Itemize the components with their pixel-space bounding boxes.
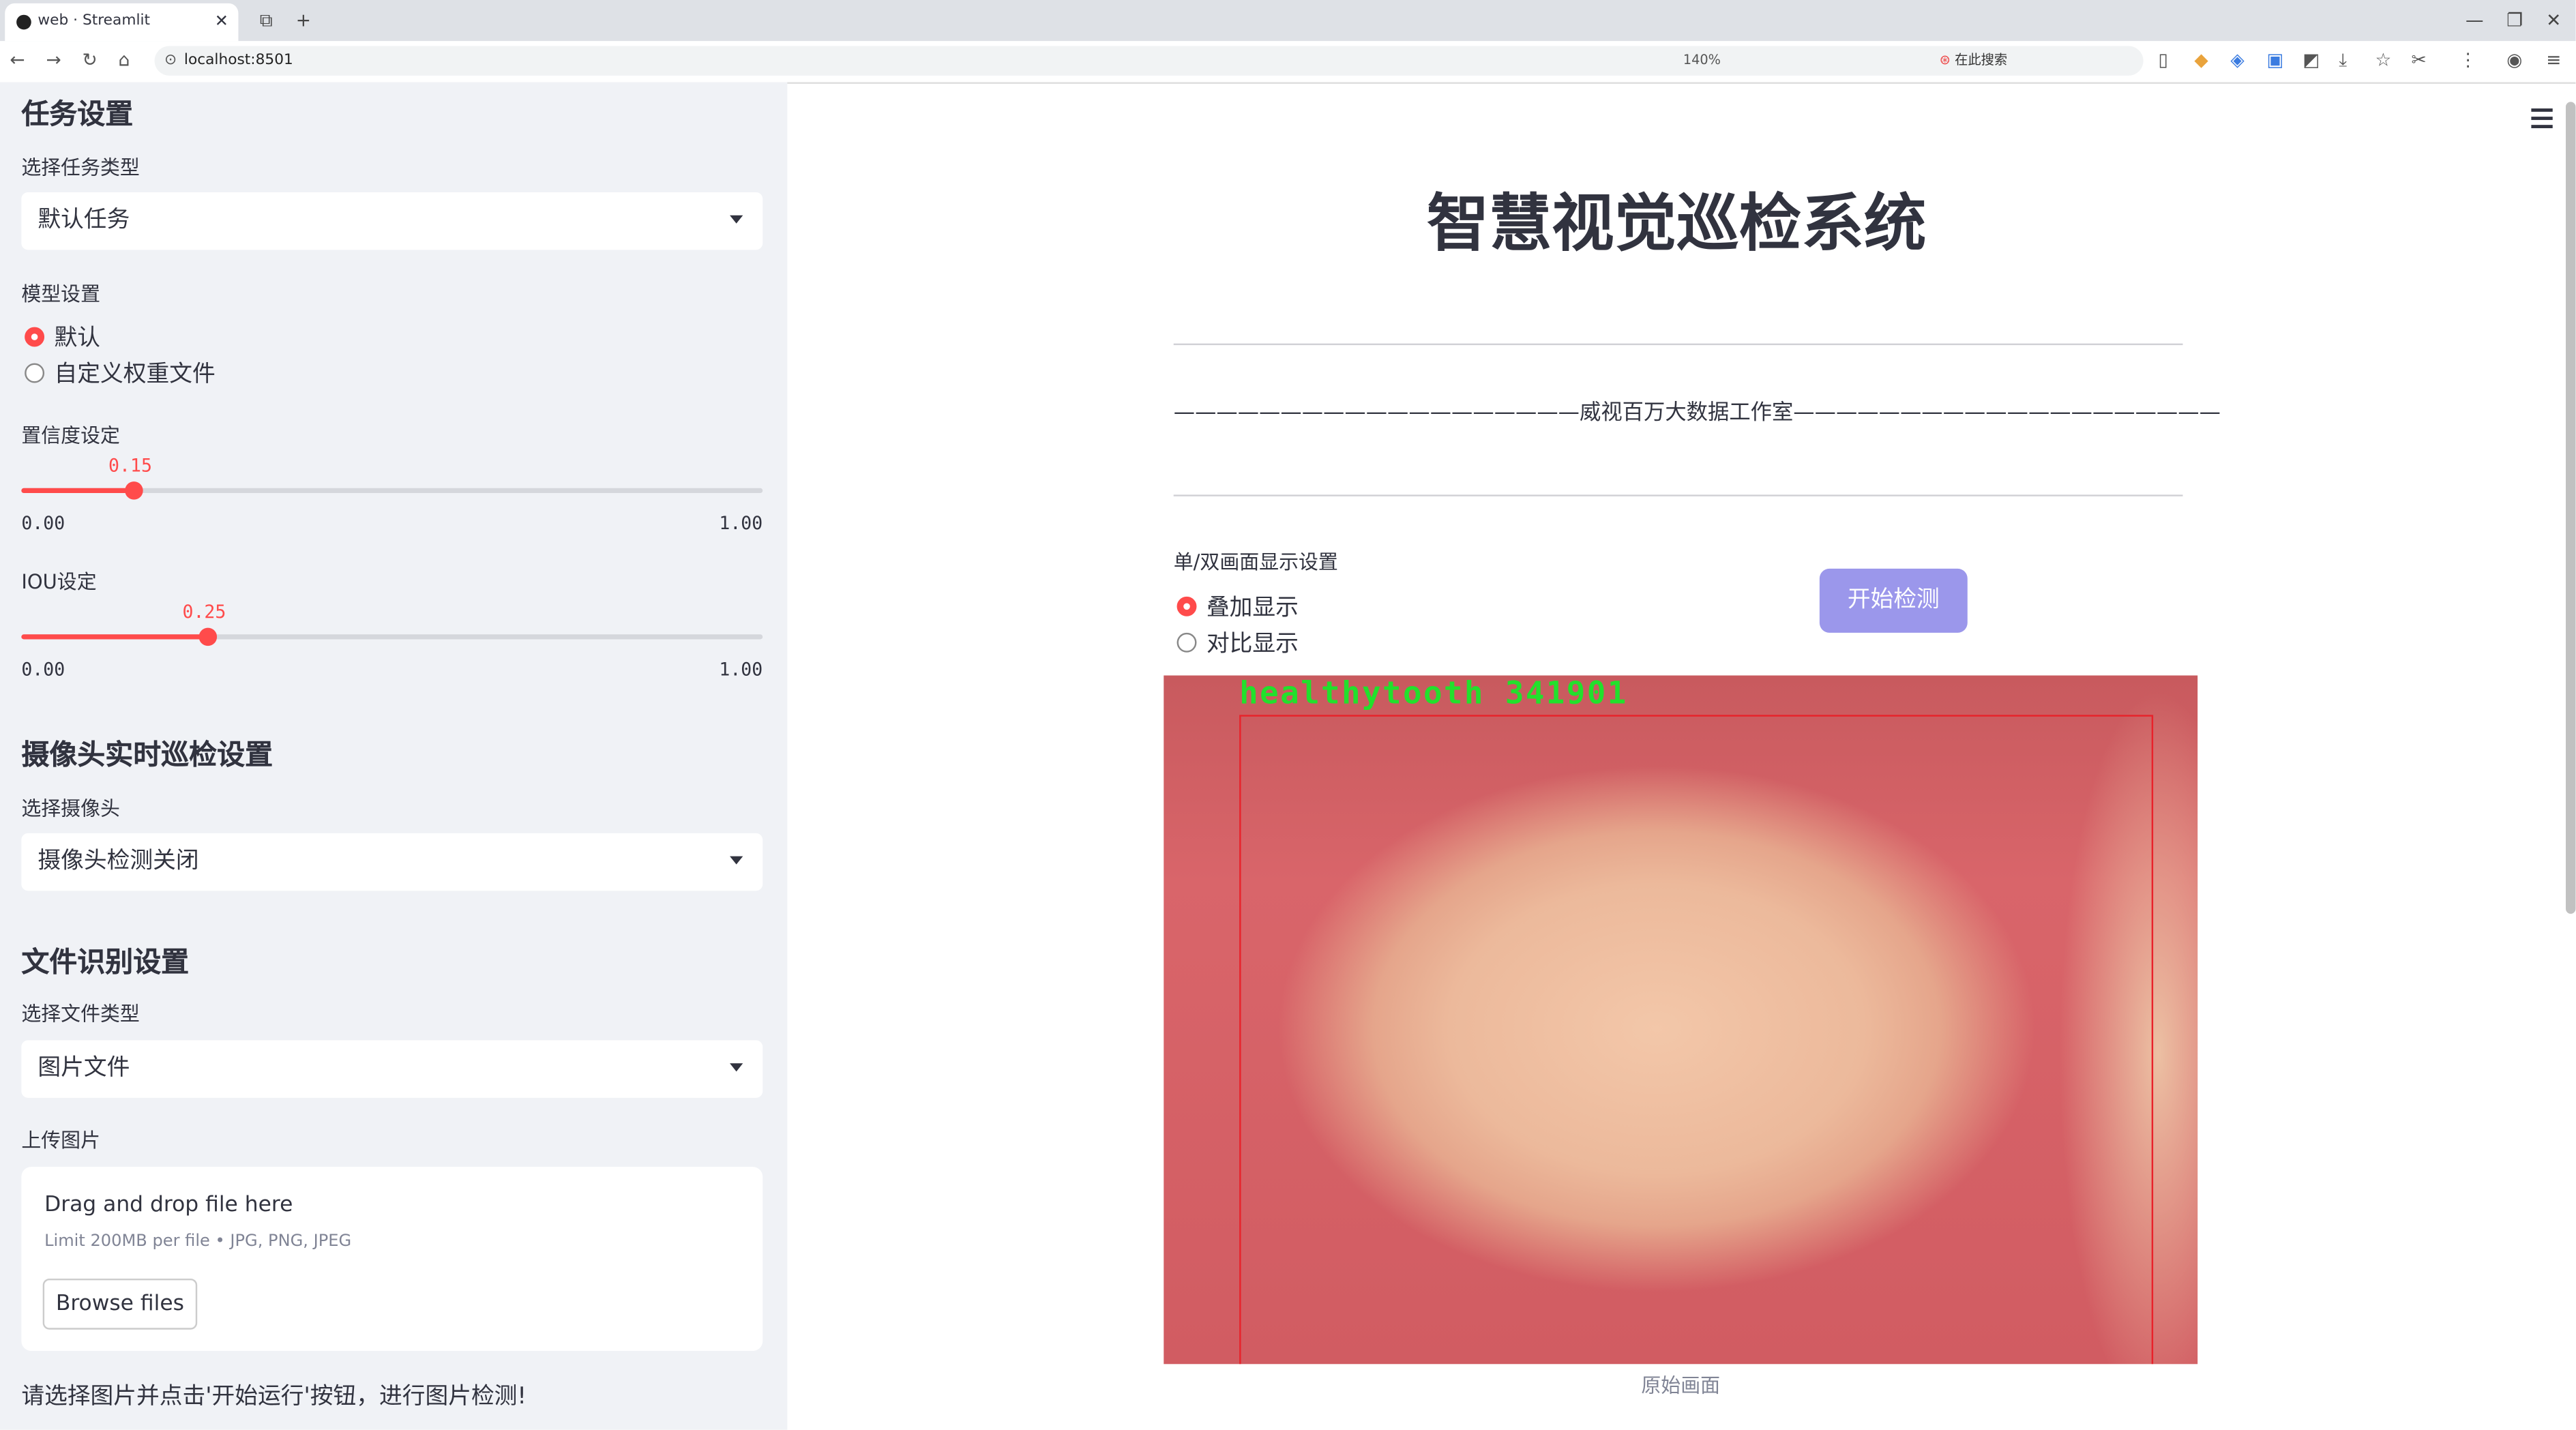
home-icon[interactable]: ⌂ (119, 49, 130, 72)
reload-icon[interactable]: ↻ (83, 49, 98, 72)
main-menu-icon[interactable] (2531, 108, 2553, 133)
model-radio-custom[interactable]: 自定义权重文件 (21, 357, 763, 393)
site-info-icon[interactable]: ⊙ (164, 46, 177, 75)
extension-icon[interactable]: ◈ (2230, 49, 2244, 72)
camera-value: 摄像头检测关闭 (38, 848, 199, 875)
file-uploader-dropzone[interactable]: Drag and drop file here Limit 200MB per … (21, 1167, 763, 1352)
forward-icon[interactable]: → (46, 49, 61, 72)
iou-slider[interactable] (21, 627, 763, 646)
browser-tab-bar: web · Streamlit ✕ ⧉ + — ❐ ✕ (0, 0, 2576, 42)
browse-files-button[interactable]: Browse files (42, 1278, 198, 1330)
radio-unselected-icon (25, 363, 45, 383)
task-type-value: 默认任务 (38, 207, 130, 234)
radio-selected-icon (1176, 596, 1197, 616)
divider (1173, 343, 2183, 346)
browser-search-box[interactable]: ⊛ 在此搜索 (1940, 46, 2140, 75)
chevron-down-icon (730, 856, 743, 865)
minimize-icon[interactable]: — (2466, 0, 2484, 41)
display-mode-label: 单/双画面显示设置 (1173, 550, 1338, 574)
url-text: localhost:8501 (183, 53, 293, 70)
camera-select[interactable]: 摄像头检测关闭 (21, 833, 763, 891)
image-caption: 原始画面 (1641, 1373, 1721, 1397)
browser-tab[interactable]: web · Streamlit ✕ (5, 3, 239, 42)
iou-label: IOU设定 (21, 570, 97, 594)
zoom-level[interactable]: 140% (1683, 46, 1721, 75)
model-radio-default[interactable]: 默认 (21, 321, 763, 357)
new-tab-icon[interactable]: + (296, 0, 311, 41)
file-type-select[interactable]: 图片文件 (21, 1040, 763, 1098)
menu-dots-icon[interactable]: ⋮ (2459, 49, 2477, 72)
radio-selected-icon (25, 327, 45, 347)
upload-drag-text: Drag and drop file here (44, 1193, 293, 1218)
detection-bounding-box (1239, 715, 2154, 1365)
radio-unselected-icon (1176, 632, 1197, 653)
restore-icon[interactable]: ❐ (2506, 0, 2523, 41)
extension-icon[interactable]: ◩ (2303, 49, 2320, 72)
detection-image: healthytooth 341901 (1164, 675, 2198, 1365)
confidence-label: 置信度设定 (21, 423, 120, 447)
display-option-label: 叠加显示 (1206, 595, 1299, 621)
favorites-icon[interactable]: ☆ (2375, 49, 2391, 72)
browser-menu-icon[interactable]: ≡ (2546, 49, 2561, 72)
sidebar: 任务设置 选择任务类型 默认任务 模型设置 默认 自定义权重文件 置信度设定 0… (0, 82, 788, 1430)
iou-value: 0.25 (182, 601, 226, 623)
confidence-slider[interactable] (21, 481, 763, 500)
tab-group-icon[interactable]: ⧉ (260, 0, 273, 41)
divider (1173, 494, 2183, 496)
close-window-icon[interactable]: ✕ (2546, 0, 2561, 41)
file-type-value: 图片文件 (38, 1055, 130, 1082)
display-option-label: 对比显示 (1206, 631, 1299, 658)
browser-toolbar: ← → ↻ ⌂ ⊙ localhost:8501 140% ⊛ 在此搜索 ▯ ◆… (0, 41, 2576, 84)
subtitle: ———————————————————威视百万大数据工作室———————————… (1173, 401, 2221, 426)
display-radio-overlay[interactable]: 叠加显示 (1174, 590, 1299, 626)
detection-label: healthytooth 341901 (1239, 675, 1628, 712)
extension-icon[interactable]: ◆ (2194, 49, 2208, 72)
streamlit-favicon-icon (16, 14, 31, 30)
download-icon[interactable]: ⤓ (2339, 49, 2347, 72)
search-placeholder: 在此搜索 (1955, 53, 2008, 68)
screenshot-icon[interactable]: ✂ (2411, 49, 2426, 72)
iou-max: 1.00 (719, 659, 763, 681)
translate-icon[interactable]: ▣ (2266, 49, 2283, 72)
confidence-slider-fill (21, 488, 133, 493)
task-type-select[interactable]: 默认任务 (21, 192, 763, 250)
upload-limit-text: Limit 200MB per file • JPG, PNG, JPEG (44, 1232, 352, 1251)
iou-slider-fill (21, 634, 207, 640)
model-settings-label: 模型设置 (21, 282, 101, 306)
avatar[interactable]: ◉ (2506, 49, 2522, 72)
upload-label: 上传图片 (21, 1129, 101, 1152)
confidence-max: 1.00 (719, 512, 763, 535)
model-option-label: 默认 (54, 325, 101, 352)
tab-title: web · Streamlit (38, 13, 151, 30)
upload-hint: 请选择图片并点击'开始运行'按钮，进行图片检测! (21, 1384, 527, 1410)
address-bar[interactable]: ⊙ localhost:8501 140% (154, 46, 2144, 76)
back-icon[interactable]: ← (10, 49, 25, 72)
chevron-down-icon (730, 1063, 743, 1072)
start-detection-button[interactable]: 开始检测 (1819, 568, 1968, 633)
confidence-value: 0.15 (108, 455, 152, 477)
file-type-label: 选择文件类型 (21, 1002, 140, 1026)
confidence-slider-thumb[interactable] (124, 481, 143, 500)
task-settings-heading: 任务设置 (21, 98, 134, 132)
chevron-down-icon (730, 215, 743, 224)
camera-settings-heading: 摄像头实时巡检设置 (21, 739, 273, 773)
tab-close-icon[interactable]: ✕ (215, 3, 228, 41)
iou-slider-thumb[interactable] (198, 627, 217, 646)
phone-icon[interactable]: ▯ (2158, 49, 2168, 72)
page-title: 智慧视觉巡检系统 (1426, 187, 1927, 260)
task-type-label: 选择任务类型 (21, 155, 140, 179)
display-radio-compare[interactable]: 对比显示 (1174, 626, 1299, 662)
file-settings-heading: 文件识别设置 (21, 947, 190, 980)
model-option-label: 自定义权重文件 (54, 361, 216, 388)
camera-label: 选择摄像头 (21, 796, 120, 820)
page-scrollbar[interactable] (2566, 102, 2576, 914)
